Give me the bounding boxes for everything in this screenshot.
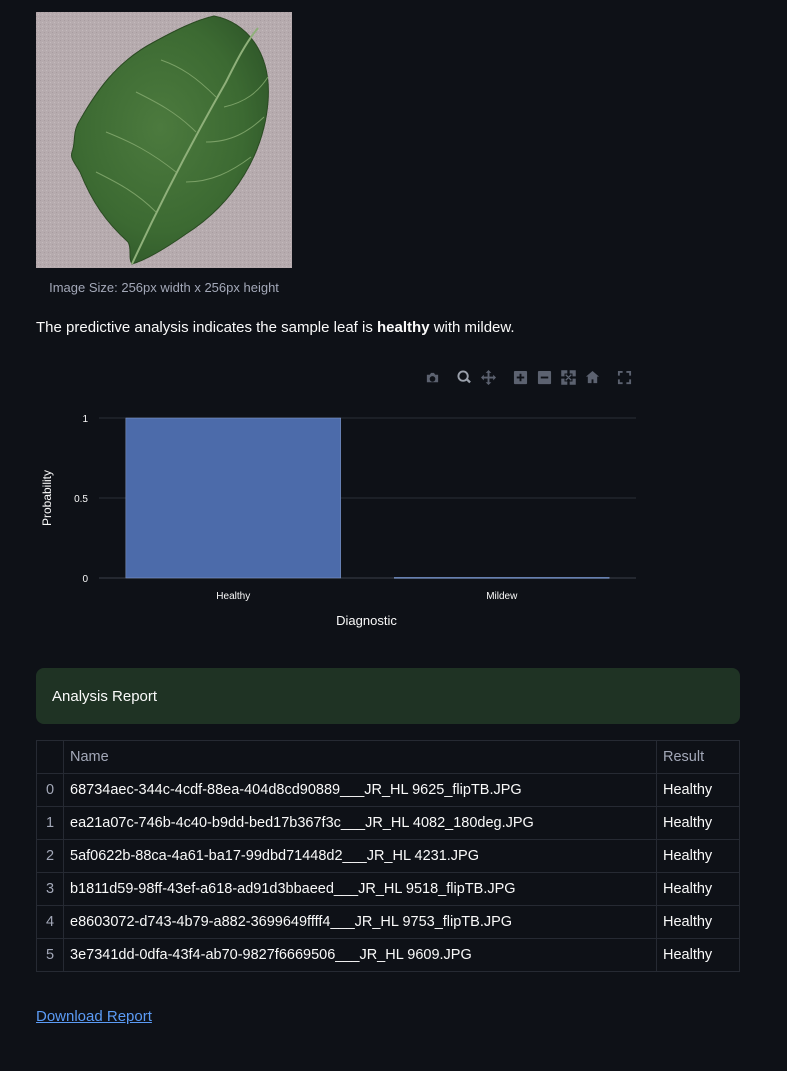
row-result[interactable]: Healthy bbox=[656, 839, 740, 873]
download-report-link[interactable]: Download Report bbox=[36, 1008, 152, 1025]
x-axis-label: Diagnostic bbox=[336, 613, 397, 628]
prediction-suffix: with mildew. bbox=[429, 319, 515, 336]
row-result[interactable]: Healthy bbox=[656, 773, 740, 807]
row-result[interactable]: Healthy bbox=[656, 806, 740, 840]
table-row[interactable]: 0 68734aec-344c-4cdf-88ea-404d8cd90889___… bbox=[36, 773, 740, 807]
prediction-prefix: The predictive analysis indicates the sa… bbox=[36, 319, 378, 336]
row-name[interactable]: e8603072-d743-4b79-a882-3699649ffff4___J… bbox=[63, 905, 657, 939]
table-row[interactable]: 2 5af0622b-88ca-4a61-ba17-99dbd71448d2___… bbox=[36, 839, 740, 873]
probability-chart: Probability Diagnostic 0 0.5 1 Healthy Milde… bbox=[36, 360, 740, 650]
table-header-result[interactable]: Result bbox=[656, 740, 740, 774]
table-row[interactable]: 5 3e7341dd-0dfa-43f4-ab70-9827f6669506___… bbox=[36, 938, 740, 972]
table-header-row: Name Result bbox=[36, 740, 740, 774]
bar-mildew[interactable] bbox=[394, 577, 610, 579]
row-name[interactable]: 68734aec-344c-4cdf-88ea-404d8cd90889___J… bbox=[63, 773, 657, 807]
leaf-image bbox=[36, 12, 292, 268]
report-table: Name Result 0 68734aec-344c-4cdf-88ea-404… bbox=[36, 740, 740, 972]
main-content: Image Size: 256px width x 256px height T… bbox=[36, 12, 740, 1026]
table-header-name[interactable]: Name bbox=[63, 740, 657, 774]
y-tick-label: 0.5 bbox=[74, 494, 88, 505]
row-index[interactable]: 4 bbox=[36, 905, 64, 939]
table-header-index[interactable] bbox=[36, 740, 64, 774]
table-row[interactable]: 1 ea21a07c-746b-4c40-b9dd-bed17b367f3c___… bbox=[36, 806, 740, 840]
row-result[interactable]: Healthy bbox=[656, 938, 740, 972]
row-name[interactable]: b1811d59-98ff-43ef-a618-ad91d3bbaeed___J… bbox=[63, 872, 657, 906]
bar-healthy[interactable] bbox=[125, 417, 341, 579]
prediction-text: The predictive analysis indicates the sa… bbox=[36, 319, 740, 336]
row-index[interactable]: 1 bbox=[36, 806, 64, 840]
y-tick-label: 0 bbox=[82, 574, 88, 585]
analysis-report-banner: Analysis Report bbox=[36, 668, 740, 724]
prediction-label: healthy bbox=[377, 319, 430, 336]
bar-chart-svg: Probability Diagnostic 0 0.5 1 Healthy Milde… bbox=[40, 414, 636, 628]
table-row[interactable]: 3 b1811d59-98ff-43ef-a618-ad91d3bbaeed___… bbox=[36, 872, 740, 906]
row-index[interactable]: 0 bbox=[36, 773, 64, 807]
image-caption: Image Size: 256px width x 256px height bbox=[49, 280, 279, 295]
row-name[interactable]: ea21a07c-746b-4c40-b9dd-bed17b367f3c___J… bbox=[63, 806, 657, 840]
row-result[interactable]: Healthy bbox=[656, 872, 740, 906]
row-index[interactable]: 5 bbox=[36, 938, 64, 972]
y-tick-label: 1 bbox=[82, 414, 88, 425]
y-axis-label: Probability bbox=[40, 470, 54, 526]
row-name[interactable]: 3e7341dd-0dfa-43f4-ab70-9827f6669506___J… bbox=[63, 938, 657, 972]
x-tick-label: Healthy bbox=[216, 591, 250, 602]
table-row[interactable]: 4 e8603072-d743-4b79-a882-3699649ffff4___… bbox=[36, 905, 740, 939]
row-name[interactable]: 5af0622b-88ca-4a61-ba17-99dbd71448d2___J… bbox=[63, 839, 657, 873]
row-index[interactable]: 3 bbox=[36, 872, 64, 906]
row-result[interactable]: Healthy bbox=[656, 905, 740, 939]
row-index[interactable]: 2 bbox=[36, 839, 64, 873]
x-tick-label: Mildew bbox=[486, 591, 518, 602]
